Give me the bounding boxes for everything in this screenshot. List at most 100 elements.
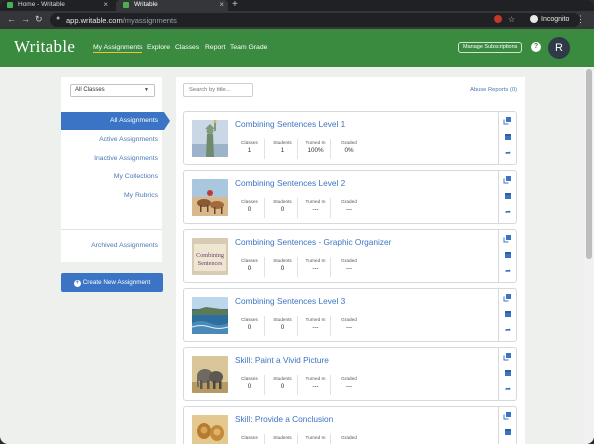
reload-icon[interactable]: ↻ [35, 14, 43, 25]
page-scrollbar[interactable] [584, 67, 594, 444]
assignment-thumbnail-book: Combining Sentences [192, 238, 228, 275]
stat-turned-in: Turned In 100% [301, 139, 331, 159]
stat-classes: Classes 1 [235, 139, 265, 159]
stat-label: Turned In [305, 140, 326, 145]
address-bar[interactable]: ● app.writable.com/myassignments ☆ Incog… [50, 13, 580, 27]
assignment-card[interactable]: Combining Sentences Level 2 Classes 0 Stu… [183, 170, 517, 224]
assignment-thumbnail-statue [192, 120, 228, 157]
new-tab-icon[interactable]: + [232, 0, 238, 10]
sidebar-item-my-rubrics[interactable]: My Rubrics [124, 192, 158, 199]
stat-graded: Graded 0% [334, 139, 364, 159]
assignment-stats: Classes 0 Students 0 Turned In --- Graded --… [235, 198, 367, 218]
assignment-card[interactable]: Combining Sentences Combining Sentences … [183, 229, 517, 283]
archive-icon[interactable] [504, 251, 512, 259]
assignment-title[interactable]: Combining Sentences - Graphic Organizer [235, 237, 391, 247]
share-icon[interactable]: ➦ [504, 327, 512, 335]
browser-tab-writable[interactable]: Writable × [116, 0, 228, 11]
stat-label: Turned In [305, 435, 326, 440]
share-icon[interactable]: ➦ [504, 209, 512, 217]
thumbnail-text-line2: Sentences [198, 260, 223, 267]
card-actions: ➦ [498, 230, 516, 282]
assignment-title[interactable]: Combining Sentences Level 3 [235, 296, 345, 306]
forward-arrow-icon[interactable]: → [21, 14, 30, 24]
browser-tab-home[interactable]: Home - Writable × [0, 0, 112, 11]
assignment-title[interactable]: Combining Sentences Level 1 [235, 119, 345, 129]
sidebar-item-all-assignments[interactable]: All Assignments [110, 117, 158, 124]
nav-my-assignments[interactable]: My Assignments [93, 44, 143, 53]
stat-value: 0 [247, 383, 252, 390]
nav-team-grade[interactable]: Team Grade [230, 44, 267, 51]
archive-icon[interactable] [504, 428, 512, 436]
help-icon[interactable]: ? [531, 42, 541, 52]
card-actions: ➦ [498, 289, 516, 341]
sidebar-item-active-assignments[interactable]: Active Assignments [99, 136, 158, 143]
assignment-stats: Classes 0 Students 0 Turned In --- Graded --… [235, 375, 367, 395]
create-new-assignment-button[interactable]: + Create New Assignment [61, 273, 163, 292]
stat-turned-in: Turned In --- [301, 257, 331, 277]
star-icon[interactable]: ☆ [508, 15, 515, 24]
stat-value: 0 [247, 206, 252, 213]
stat-label: Students [273, 258, 292, 263]
class-filter-select[interactable]: All Classes ▼ [70, 84, 155, 97]
share-icon[interactable]: ➦ [504, 268, 512, 276]
share-icon[interactable]: ➦ [504, 150, 512, 158]
assignment-title[interactable]: Combining Sentences Level 2 [235, 178, 345, 188]
plus-icon: + [73, 280, 81, 287]
close-tab-icon[interactable]: × [103, 0, 108, 10]
sidebar-item-my-collections[interactable]: My Collections [114, 173, 158, 180]
stat-label: Classes [241, 317, 258, 322]
avatar[interactable]: R [548, 37, 570, 59]
stat-students: Students 0 [268, 198, 298, 218]
copy-icon[interactable] [504, 116, 512, 124]
close-tab-icon[interactable]: × [219, 0, 224, 10]
abuse-reports-link[interactable]: Abuse Reports (0) [470, 87, 517, 93]
archive-icon[interactable] [504, 133, 512, 141]
stat-graded: Graded [334, 434, 364, 444]
card-actions: ➦ [498, 171, 516, 223]
nav-explore[interactable]: Explore [147, 44, 170, 51]
writable-favicon-icon [7, 2, 13, 8]
sidebar-item-inactive-assignments[interactable]: Inactive Assignments [94, 155, 158, 162]
copy-icon[interactable] [504, 411, 512, 419]
assignment-card[interactable]: Skill: Provide a Conclusion Classes Stud… [183, 406, 517, 444]
stat-label: Students [273, 376, 292, 381]
nav-classes[interactable]: Classes [175, 44, 199, 51]
stat-turned-in: Turned In [301, 434, 331, 444]
caret-down-icon: ▼ [144, 87, 149, 93]
nav-report[interactable]: Report [205, 44, 225, 51]
writable-favicon-icon [123, 2, 129, 8]
copy-icon[interactable] [504, 234, 512, 242]
url-text: app.writable.com/myassignments [66, 16, 177, 25]
share-icon[interactable]: ➦ [504, 386, 512, 394]
browser-toolbar: ← → ↻ ● app.writable.com/myassignments ☆… [0, 11, 594, 29]
sidebar-item-archived-assignments[interactable]: Archived Assignments [91, 242, 158, 249]
assignment-card[interactable]: Skill: Paint a Vivid Picture Classes 0 St… [183, 347, 517, 401]
copy-icon[interactable] [504, 175, 512, 183]
extension-icon[interactable] [494, 15, 502, 23]
assignment-title[interactable]: Skill: Paint a Vivid Picture [235, 355, 329, 365]
stat-value: 100% [307, 147, 324, 154]
stat-label: Graded [341, 317, 357, 322]
back-arrow-icon[interactable]: ← [7, 14, 16, 24]
assignment-card[interactable]: Combining Sentences Level 1 Classes 1 Stu… [183, 111, 517, 165]
manage-subscriptions-button[interactable]: Manage Subscriptions [458, 42, 523, 53]
assignments-sidebar: All Classes ▼ All Assignments Active Ass… [61, 77, 170, 262]
stat-turned-in: Turned In --- [301, 198, 331, 218]
assignment-stats: Classes Students Turned In Graded [235, 434, 367, 444]
archive-icon[interactable] [504, 310, 512, 318]
writable-logo[interactable]: Writable [14, 37, 75, 57]
more-vert-icon[interactable]: ⋮ [576, 14, 585, 25]
assignment-card[interactable]: Combining Sentences Level 3 Classes 0 Stu… [183, 288, 517, 342]
scrollbar-thumb[interactable] [586, 69, 592, 259]
assignment-title[interactable]: Skill: Provide a Conclusion [235, 414, 333, 424]
archive-icon[interactable] [504, 369, 512, 377]
tab-title: Writable [134, 1, 158, 8]
archive-icon[interactable] [504, 192, 512, 200]
copy-icon[interactable] [504, 352, 512, 360]
app-header: Writable My Assignments Explore Classes … [0, 29, 594, 67]
copy-icon[interactable] [504, 293, 512, 301]
stat-label: Students [273, 435, 292, 440]
stat-graded: Graded --- [334, 375, 364, 395]
stat-students: Students [268, 434, 298, 444]
search-input[interactable] [183, 83, 253, 97]
